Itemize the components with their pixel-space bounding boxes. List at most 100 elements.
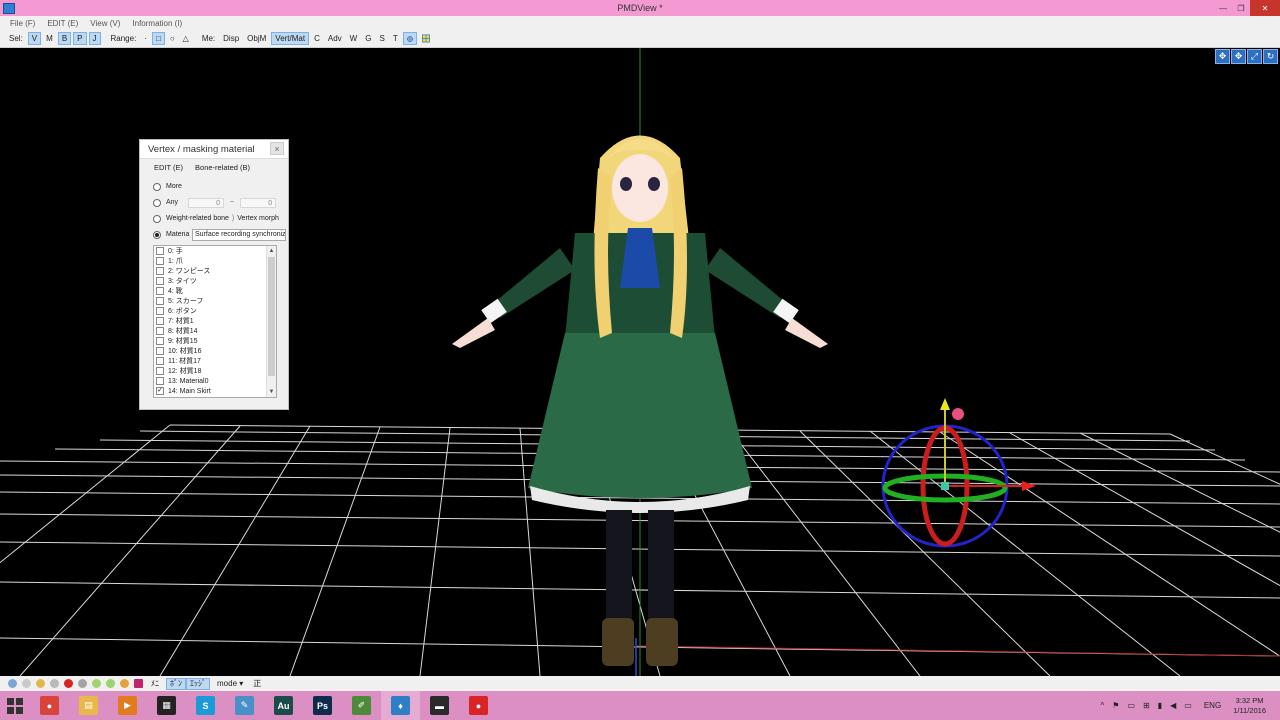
taskbar-media-player-button[interactable]: ▶ xyxy=(108,691,147,720)
rotate-view-icon[interactable]: ↻ xyxy=(1263,49,1278,64)
sel-material-button[interactable]: M xyxy=(43,32,56,45)
bottom-down-icon[interactable] xyxy=(106,679,115,688)
radio-weight-row[interactable]: Weight-related bone ) Vertex morph xyxy=(153,212,279,225)
me-disp-button[interactable]: Disp xyxy=(220,32,242,45)
tray-monitor-icon[interactable]: ▭ xyxy=(1127,701,1135,710)
any-from-field[interactable]: 0 xyxy=(188,197,224,208)
list-item[interactable]: 6: ボタン xyxy=(154,306,276,316)
zoom-view-icon[interactable]: ⤢ xyxy=(1247,49,1262,64)
bottom-mask-icon[interactable] xyxy=(78,679,87,688)
menu-file[interactable]: File (F) xyxy=(10,19,35,28)
taskbar-record-app-button[interactable]: ● xyxy=(459,691,498,720)
tray-volume-icon[interactable]: ◀ xyxy=(1170,701,1176,710)
any-to-field[interactable]: 0 xyxy=(240,197,277,208)
bottom-record-icon[interactable] xyxy=(64,679,73,688)
radio-any-row[interactable]: Any 0 ~ 0 xyxy=(153,196,277,209)
list-item[interactable]: 8: 材質14 xyxy=(154,326,276,336)
taskbar-editor-app-button[interactable]: ✐ xyxy=(342,691,381,720)
bottom-up-icon[interactable] xyxy=(92,679,101,688)
list-item[interactable]: 10: 材質16 xyxy=(154,346,276,356)
material-checkbox[interactable] xyxy=(156,377,164,385)
bottom-menu-button[interactable]: ﾒﾆ xyxy=(148,678,162,690)
bottom-ring-icon[interactable] xyxy=(22,679,31,688)
material-list-scrollbar[interactable]: ▲ ▼ xyxy=(266,246,276,397)
me-adv-button[interactable]: Adv xyxy=(325,32,345,45)
material-checkbox[interactable] xyxy=(156,247,164,255)
me-c-button[interactable]: C xyxy=(311,32,323,45)
panel-close-button[interactable]: × xyxy=(270,142,284,155)
radio-more-row[interactable]: More xyxy=(153,180,182,193)
grid-toggle-icon[interactable] xyxy=(419,32,433,45)
list-item[interactable]: 12: 材質18 xyxy=(154,366,276,376)
panel-menu-bone[interactable]: Bone-related (B) xyxy=(195,163,250,172)
material-checkbox[interactable] xyxy=(156,297,164,305)
sel-bone-button[interactable]: B xyxy=(57,32,72,45)
list-item[interactable]: 7: 材質1 xyxy=(154,316,276,326)
tray-windows-icon[interactable]: ⊞ xyxy=(1143,701,1150,710)
me-t-button[interactable]: T xyxy=(390,32,401,45)
tray-chevron-icon[interactable]: ^ xyxy=(1101,701,1105,710)
bottom-light-icon[interactable] xyxy=(36,679,45,688)
taskbar-photoshop-button[interactable]: Ps xyxy=(303,691,342,720)
pan-view-icon[interactable]: ✥ xyxy=(1231,49,1246,64)
taskbar-file-explorer-button[interactable]: ▤ xyxy=(69,691,108,720)
material-checkbox[interactable] xyxy=(156,367,164,375)
me-vertmat-button[interactable]: Vert/Mat xyxy=(271,32,310,45)
minimize-button[interactable]: — xyxy=(1214,0,1232,16)
menu-edit[interactable]: EDIT (E) xyxy=(47,19,78,28)
material-sync-field[interactable]: Surface recording synchroniz xyxy=(192,228,286,241)
list-item[interactable]: 0: 手 xyxy=(154,246,276,256)
target-icon[interactable] xyxy=(402,32,417,45)
list-item[interactable]: 9: 材質15 xyxy=(154,336,276,346)
bottom-edge-button[interactable]: ｴｯｼﾞ xyxy=(186,677,210,690)
radio-any[interactable] xyxy=(153,198,161,207)
tray-battery-icon[interactable]: ▭ xyxy=(1184,701,1192,710)
list-item[interactable]: 11: 材質17 xyxy=(154,356,276,366)
list-item[interactable]: 4: 靴 xyxy=(154,286,276,296)
material-checkbox[interactable] xyxy=(156,337,164,345)
list-item[interactable]: 5: スカーフ xyxy=(154,296,276,306)
taskbar-audition-button[interactable]: Au xyxy=(264,691,303,720)
material-checkbox[interactable] xyxy=(156,347,164,355)
me-s-button[interactable]: S xyxy=(376,32,387,45)
close-button[interactable]: ✕ xyxy=(1250,0,1280,16)
scroll-down-icon[interactable]: ▼ xyxy=(267,387,276,397)
list-item[interactable]: ✓ 14: Main Skirt xyxy=(154,386,276,396)
menu-information[interactable]: Information (I) xyxy=(132,19,182,28)
list-item[interactable]: 3: タイツ xyxy=(154,276,276,286)
me-g-button[interactable]: G xyxy=(362,32,374,45)
restore-button[interactable]: ❐ xyxy=(1232,0,1250,16)
taskbar-notes-app-button[interactable]: ✎ xyxy=(225,691,264,720)
radio-material-row[interactable]: Materia Surface recording synchroniz xyxy=(153,228,286,241)
sel-physics-button[interactable]: P xyxy=(73,32,87,45)
material-checkbox[interactable]: ✓ xyxy=(156,387,164,395)
list-item[interactable]: 2: ワンピース xyxy=(154,266,276,276)
panel-menu-edit[interactable]: EDIT (E) xyxy=(154,163,183,172)
range-rect-button[interactable]: □ xyxy=(151,32,165,45)
sel-vertex-button[interactable]: V xyxy=(27,32,42,45)
material-checkbox[interactable] xyxy=(156,267,164,275)
tray-network-icon[interactable]: ▮ xyxy=(1158,701,1162,710)
radio-material[interactable] xyxy=(153,230,161,239)
range-point-button[interactable]: · xyxy=(141,32,150,45)
radio-more[interactable] xyxy=(153,182,161,191)
radio-vertex-morph-label[interactable]: Vertex morph xyxy=(237,215,279,222)
material-checkbox[interactable] xyxy=(156,357,164,365)
material-checkbox[interactable] xyxy=(156,287,164,295)
bottom-globe-icon[interactable] xyxy=(8,679,17,688)
me-w-button[interactable]: W xyxy=(347,32,361,45)
tray-clock[interactable]: 3:32 PM 1/11/2016 xyxy=(1233,696,1266,716)
taskbar-chrome-button[interactable]: ● xyxy=(30,691,69,720)
bottom-color-icon[interactable] xyxy=(134,679,143,688)
material-checkbox[interactable] xyxy=(156,327,164,335)
material-checkbox[interactable] xyxy=(156,317,164,325)
move-view-icon[interactable]: ✥ xyxy=(1215,49,1230,64)
taskbar-pmd-editor-button[interactable]: ♦ xyxy=(381,691,420,720)
scroll-up-icon[interactable]: ▲ xyxy=(267,246,276,256)
list-item[interactable]: 13: Material0 xyxy=(154,376,276,386)
material-checkbox[interactable] xyxy=(156,277,164,285)
taskbar-film-app-button[interactable]: ▦ xyxy=(147,691,186,720)
bottom-dot-icon[interactable] xyxy=(50,679,59,688)
range-triangle-button[interactable]: △ xyxy=(180,32,192,45)
material-list[interactable]: 0: 手 1: 爪 2: ワンピース 3: タイツ 4: 靴 5: スカーフ 6: ボタン 7… xyxy=(153,245,277,398)
